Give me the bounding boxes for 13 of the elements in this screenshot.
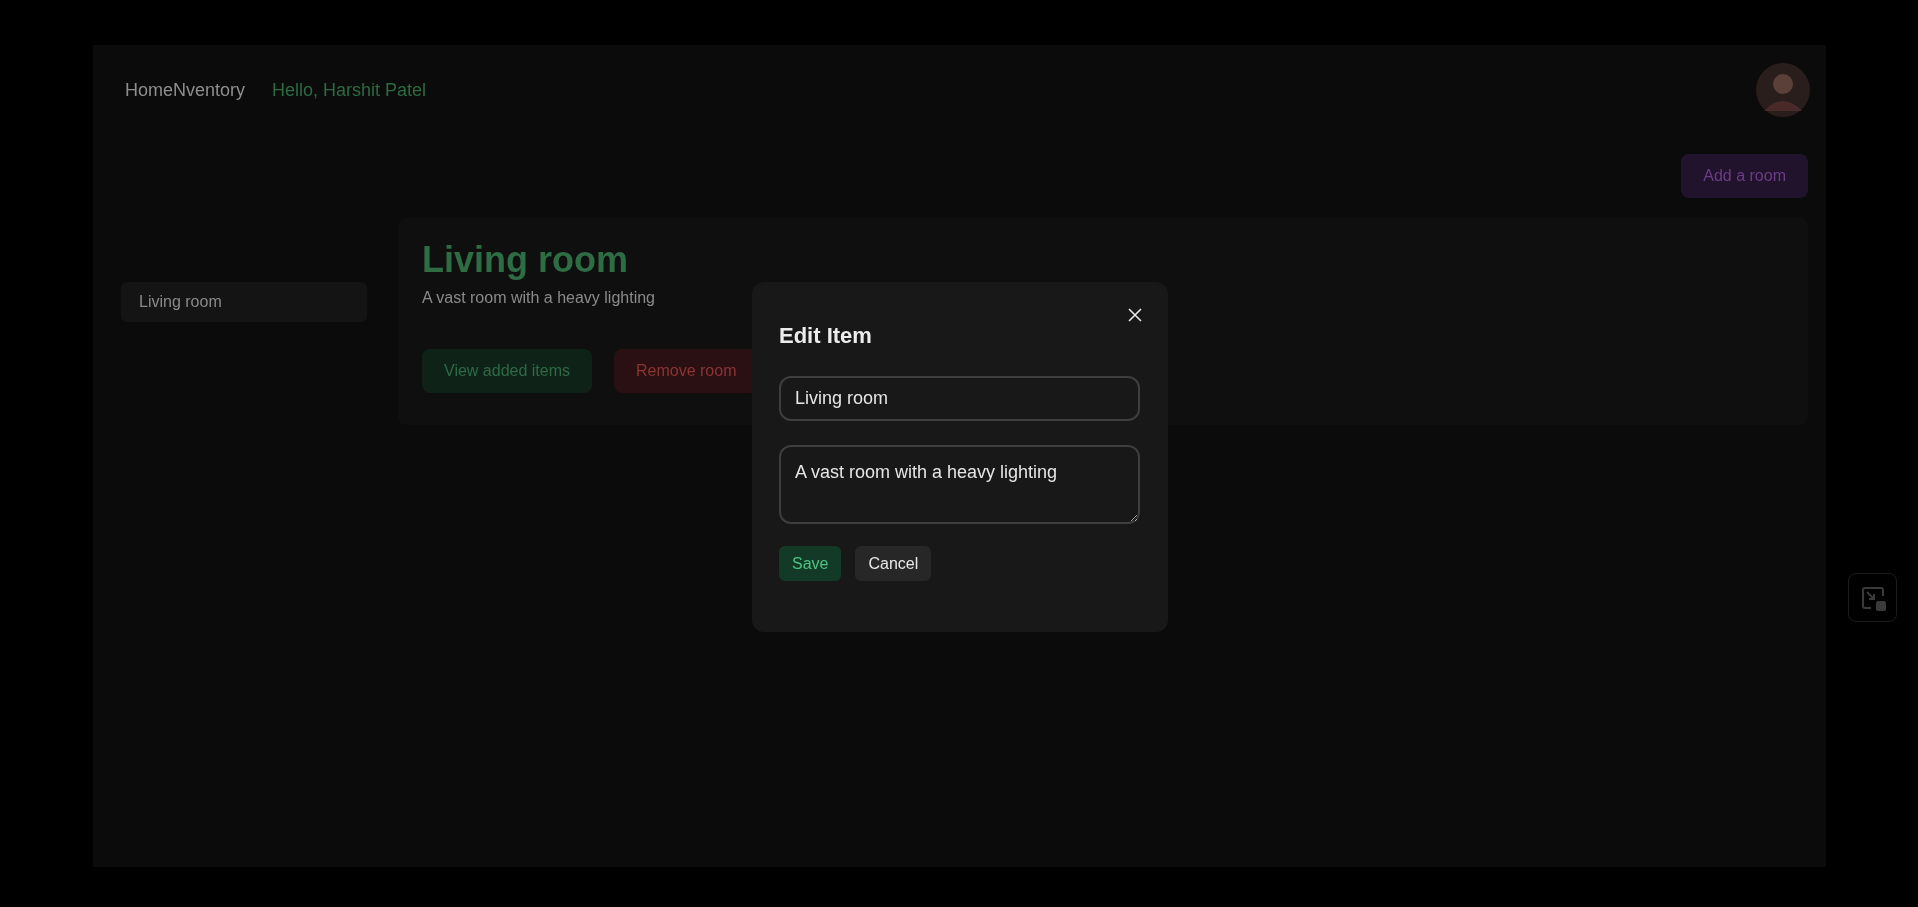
- sidebar-item[interactable]: Living room: [121, 282, 367, 322]
- close-icon[interactable]: [1127, 307, 1143, 323]
- save-button[interactable]: Save: [779, 546, 842, 581]
- room-title: Living room: [422, 238, 629, 282]
- name-field[interactable]: Living room: [779, 376, 1140, 421]
- cancel-button[interactable]: Cancel: [855, 546, 932, 581]
- brand-name[interactable]: HomeNventory: [125, 76, 246, 104]
- room-description: A vast room with a heavy lighting: [422, 288, 656, 308]
- avatar[interactable]: [1756, 63, 1810, 117]
- description-field[interactable]: A vast room with a heavy lighting: [779, 445, 1140, 524]
- greeting: Hello, Harshit Patel: [272, 78, 427, 102]
- minimize-button[interactable]: [1848, 573, 1897, 622]
- dialog-title: Edit Item: [779, 322, 873, 350]
